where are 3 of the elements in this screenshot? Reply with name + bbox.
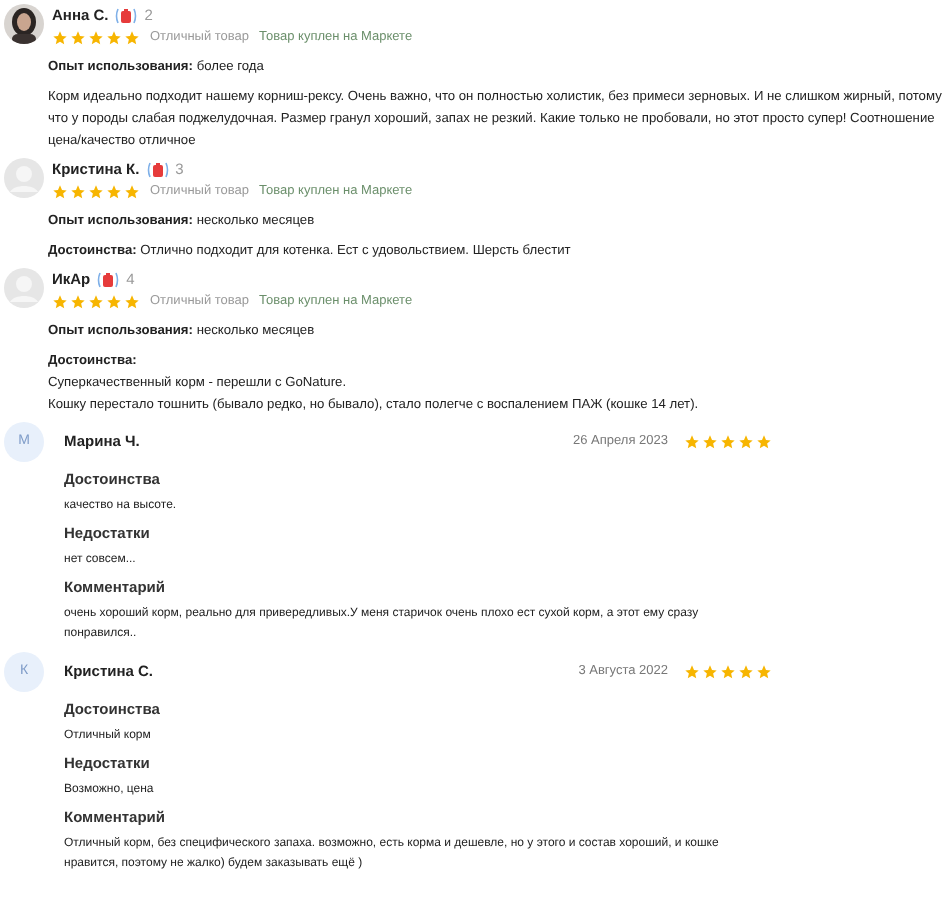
badge-icon xyxy=(96,271,121,288)
badge-icon xyxy=(145,161,170,178)
badge-icon xyxy=(114,7,139,24)
